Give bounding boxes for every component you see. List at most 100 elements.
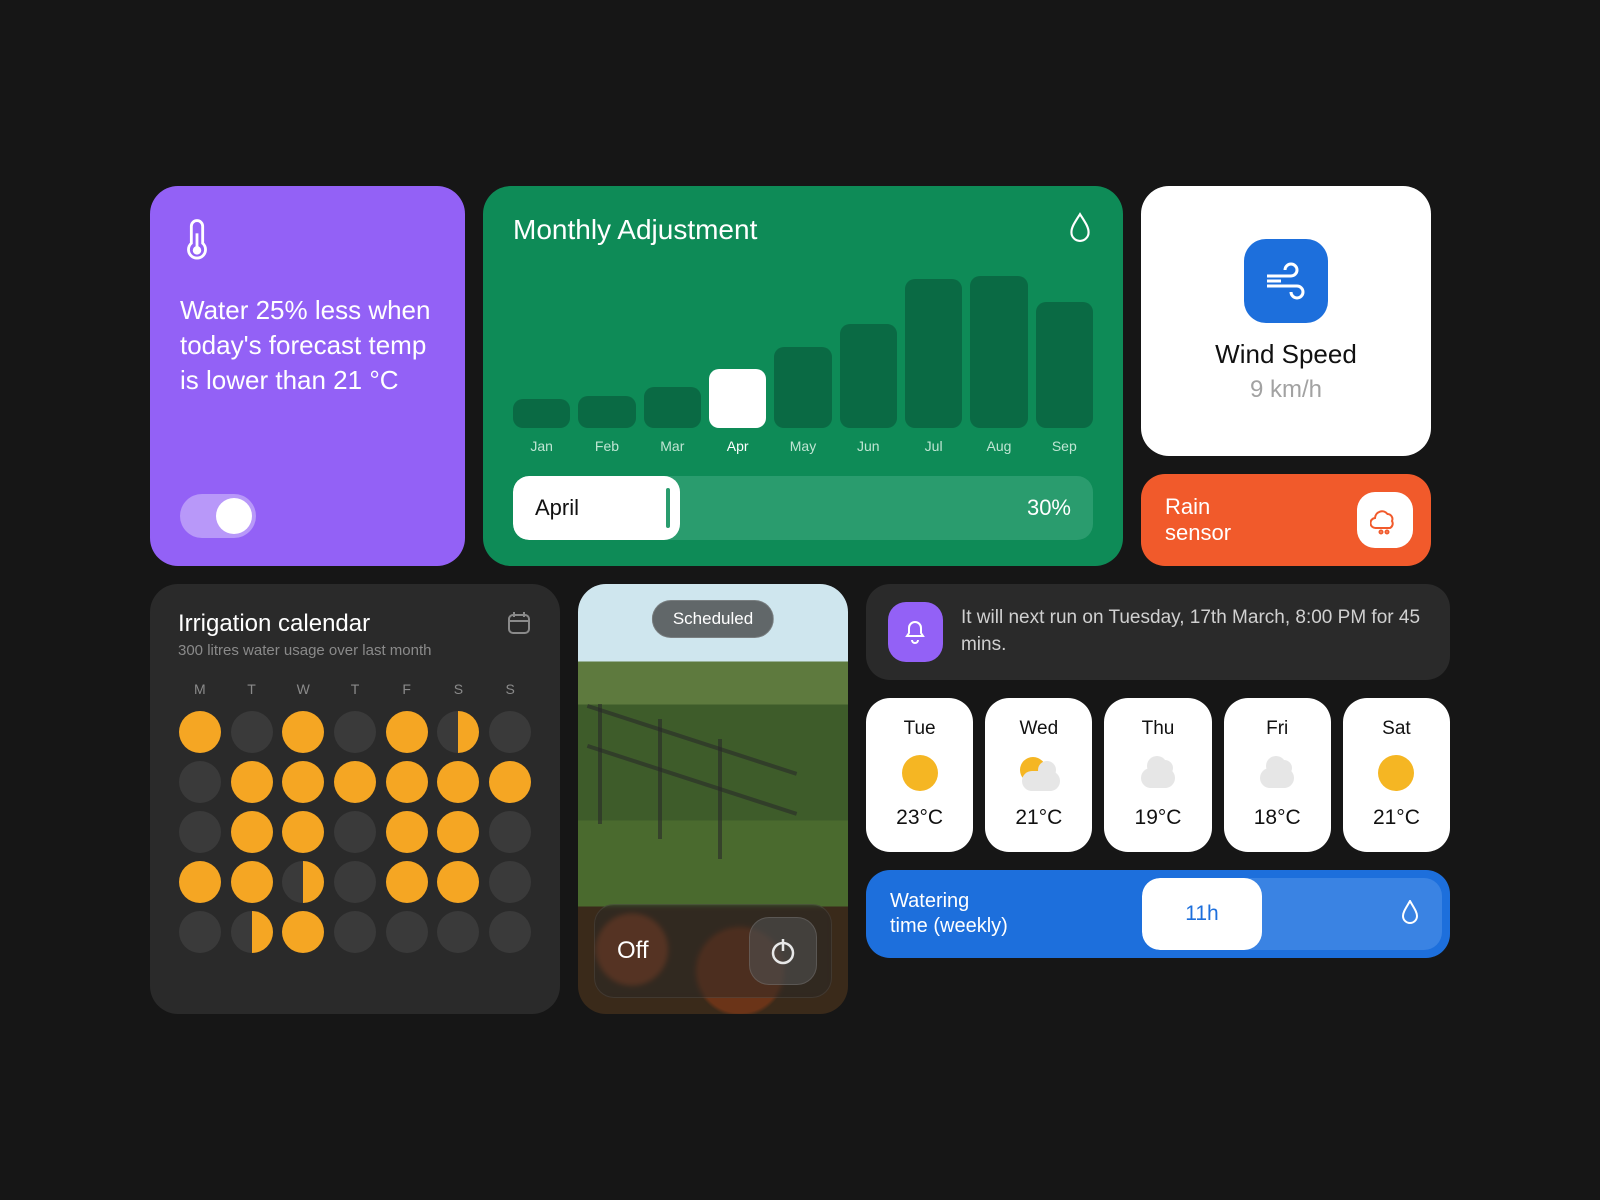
calendar-day[interactable] <box>334 861 376 903</box>
calendar-dow: M <box>178 681 222 697</box>
chart-bar[interactable]: Jul <box>905 279 962 454</box>
chart-bar-fill <box>840 324 897 428</box>
calendar-day[interactable] <box>437 761 479 803</box>
calendar-day[interactable] <box>489 811 531 853</box>
cloud-icon <box>1137 752 1179 794</box>
irrigation-calendar-card: Irrigation calendar 300 litres water usa… <box>150 584 560 1014</box>
calendar-day[interactable] <box>179 711 221 753</box>
water-drop-icon <box>1400 900 1420 929</box>
chart-bar[interactable]: Mar <box>644 387 701 454</box>
partly-icon <box>1018 752 1060 794</box>
calendar-day[interactable] <box>489 911 531 953</box>
calendar-day[interactable] <box>334 761 376 803</box>
calendar-title: Irrigation calendar <box>178 610 431 638</box>
calendar-day[interactable] <box>437 711 479 753</box>
calendar-day[interactable] <box>386 911 428 953</box>
chart-bar-fill <box>905 279 962 428</box>
chart-bar-label: Jun <box>857 438 880 454</box>
monthly-slider-fill: April <box>513 476 680 540</box>
chart-bar-fill <box>513 399 570 428</box>
calendar-day[interactable] <box>282 711 324 753</box>
next-run-card: It will next run on Tuesday, 17th March,… <box>866 584 1450 680</box>
calendar-day[interactable] <box>489 761 531 803</box>
power-button[interactable] <box>749 917 817 985</box>
calendar-day[interactable] <box>282 811 324 853</box>
forecast-card[interactable]: Fri 18°C <box>1224 698 1331 852</box>
forecast-card[interactable]: Thu 19°C <box>1104 698 1211 852</box>
chart-bar[interactable]: Jan <box>513 399 570 454</box>
forecast-dow: Fri <box>1266 718 1288 740</box>
calendar-day[interactable] <box>437 861 479 903</box>
calendar-day[interactable] <box>282 911 324 953</box>
chart-bar-fill <box>709 369 766 428</box>
chart-bar[interactable]: May <box>774 347 831 455</box>
chart-bar[interactable]: Jun <box>840 324 897 454</box>
wind-speed-card[interactable]: Wind Speed 9 km/h <box>1141 186 1431 456</box>
calendar-dow: S <box>488 681 532 697</box>
calendar-day[interactable] <box>386 811 428 853</box>
calendar-icon[interactable] <box>506 610 532 641</box>
monthly-selected-value: 30% <box>1027 495 1071 521</box>
chart-bar-label: Jul <box>925 438 943 454</box>
chart-bar-label: Apr <box>727 438 749 454</box>
forecast-temp: 18°C <box>1254 806 1301 830</box>
calendar-day[interactable] <box>386 861 428 903</box>
garden-camera-card[interactable]: Scheduled Off <box>578 584 848 1014</box>
calendar-grid[interactable]: MTWTFSS <box>178 681 532 953</box>
rule-toggle[interactable] <box>180 494 256 538</box>
calendar-day[interactable] <box>231 861 273 903</box>
rain-sensor-card[interactable]: Rainsensor <box>1141 474 1431 566</box>
calendar-day[interactable] <box>437 811 479 853</box>
calendar-day[interactable] <box>437 911 479 953</box>
next-run-text: It will next run on Tuesday, 17th March,… <box>961 605 1428 658</box>
forecast-dow: Wed <box>1019 718 1058 740</box>
chart-bar-fill <box>578 396 635 428</box>
forecast-temp: 21°C <box>1015 806 1062 830</box>
toggle-knob <box>216 498 252 534</box>
calendar-day[interactable] <box>282 861 324 903</box>
chart-bar[interactable]: Apr <box>709 369 766 454</box>
wind-title: Wind Speed <box>1215 339 1357 370</box>
watering-label: Wateringtime (weekly) <box>890 889 1008 939</box>
wind-value: 9 km/h <box>1250 376 1322 404</box>
calendar-day[interactable] <box>179 761 221 803</box>
forecast-row: Tue 23°C Wed 21°C Thu 19°C Fri 18°C Sat21°C <box>866 698 1450 852</box>
forecast-temp: 23°C <box>896 806 943 830</box>
slider-handle-icon[interactable] <box>666 488 670 528</box>
calendar-day[interactable] <box>334 911 376 953</box>
calendar-day[interactable] <box>386 761 428 803</box>
rain-sensor-label: Rainsensor <box>1165 494 1231 547</box>
calendar-day[interactable] <box>231 811 273 853</box>
calendar-day[interactable] <box>489 711 531 753</box>
forecast-temp: 19°C <box>1135 806 1182 830</box>
calendar-day[interactable] <box>231 761 273 803</box>
watering-slider[interactable]: 11h <box>1142 878 1442 950</box>
calendar-day[interactable] <box>489 861 531 903</box>
forecast-dow: Thu <box>1142 718 1175 740</box>
chart-bar-label: May <box>790 438 816 454</box>
chart-bar-fill <box>970 276 1027 428</box>
calendar-day[interactable] <box>179 811 221 853</box>
calendar-day[interactable] <box>231 711 273 753</box>
forecast-card[interactable]: Sat21°C <box>1343 698 1450 852</box>
rain-cloud-icon <box>1357 492 1413 548</box>
cloud-icon <box>1256 752 1298 794</box>
calendar-dow: W <box>281 681 325 697</box>
monthly-slider[interactable]: April 30% <box>513 476 1093 540</box>
calendar-day[interactable] <box>334 711 376 753</box>
monthly-chart[interactable]: JanFebMar Apr May Jun Jul AugSep <box>513 273 1093 454</box>
calendar-day[interactable] <box>231 911 273 953</box>
chart-bar[interactable]: Aug <box>970 276 1027 454</box>
forecast-card[interactable]: Wed 21°C <box>985 698 1092 852</box>
calendar-day[interactable] <box>334 811 376 853</box>
calendar-day[interactable] <box>282 761 324 803</box>
calendar-day[interactable] <box>179 911 221 953</box>
calendar-day[interactable] <box>386 711 428 753</box>
water-drop-icon <box>1067 212 1093 247</box>
chart-bar-fill <box>774 347 831 429</box>
forecast-dow: Tue <box>904 718 936 740</box>
chart-bar[interactable]: Feb <box>578 396 635 454</box>
calendar-day[interactable] <box>179 861 221 903</box>
forecast-card[interactable]: Tue 23°C <box>866 698 973 852</box>
chart-bar[interactable]: Sep <box>1036 302 1093 455</box>
